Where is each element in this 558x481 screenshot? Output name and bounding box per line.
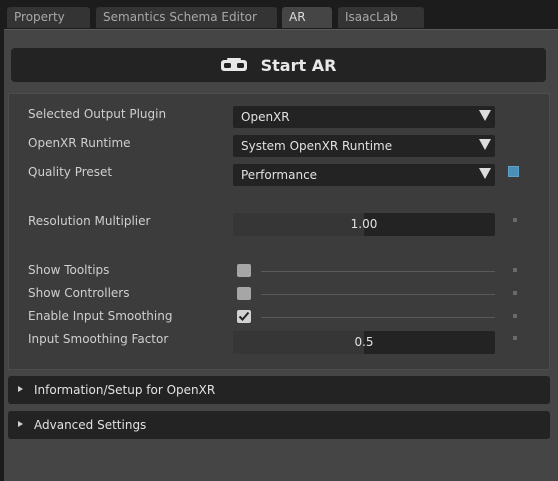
quality-modified-indicator[interactable] xyxy=(508,166,519,177)
vr-headset-icon xyxy=(220,58,247,71)
resolution-fill xyxy=(233,213,364,236)
output-plugin-label: Selected Output Plugin xyxy=(28,107,167,121)
input-smoothing-label: Enable Input Smoothing xyxy=(28,309,173,323)
start-ar-label: Start AR xyxy=(260,55,337,75)
tab-isaaclab[interactable]: IsaacLab xyxy=(338,7,424,28)
output-plugin-value: OpenXR xyxy=(241,110,290,124)
start-ar-button[interactable]: Start AR xyxy=(11,48,546,82)
smoothing-factor-label: Input Smoothing Factor xyxy=(28,332,169,346)
dropdown-arrow-icon xyxy=(479,139,491,150)
output-plugin-dropdown[interactable]: OpenXR xyxy=(233,106,495,128)
reset-icon[interactable] xyxy=(513,291,517,295)
smoothing-factor-field[interactable]: 0.5 xyxy=(233,331,495,354)
quality-label: Quality Preset xyxy=(28,165,113,179)
quality-value: Performance xyxy=(241,168,318,182)
dropdown-arrow-icon xyxy=(479,168,491,179)
tab-ar[interactable]: AR xyxy=(282,7,332,28)
reset-icon[interactable] xyxy=(513,336,517,340)
dropdown-arrow-icon xyxy=(479,110,491,121)
controllers-label: Show Controllers xyxy=(28,286,130,300)
smoothing-factor-value: 0.5 xyxy=(354,335,374,349)
tab-property[interactable]: Property xyxy=(7,7,90,28)
input-smoothing-checkbox[interactable] xyxy=(237,310,251,323)
advanced-settings-section[interactable]: Advanced Settings xyxy=(8,411,550,439)
reset-icon[interactable] xyxy=(513,314,517,318)
settings-section: Selected Output Plugin OpenXR OpenXR Run… xyxy=(8,93,550,370)
controllers-checkbox[interactable] xyxy=(237,287,251,300)
reset-icon[interactable] xyxy=(513,268,517,272)
runtime-label: OpenXR Runtime xyxy=(28,136,131,150)
resolution-label: Resolution Multiplier xyxy=(28,214,151,228)
openxr-info-label: Information/Setup for OpenXR xyxy=(34,383,216,397)
openxr-info-section[interactable]: Information/Setup for OpenXR xyxy=(8,376,550,404)
runtime-dropdown[interactable]: System OpenXR Runtime xyxy=(233,135,495,157)
reset-icon[interactable] xyxy=(513,218,517,222)
tab-semantics-schema-editor[interactable]: Semantics Schema Editor xyxy=(96,7,277,28)
checkmark-icon xyxy=(238,311,250,321)
quality-dropdown[interactable]: Performance xyxy=(233,164,495,186)
ar-panel: Start AR Selected Output Plugin OpenXR O… xyxy=(4,29,558,481)
divider xyxy=(261,317,495,318)
runtime-value: System OpenXR Runtime xyxy=(241,139,393,153)
smoothing-factor-fill xyxy=(233,331,364,354)
resolution-value: 1.00 xyxy=(350,217,378,231)
resolution-field[interactable]: 1.00 xyxy=(233,213,495,236)
divider xyxy=(261,294,495,295)
tooltips-label: Show Tooltips xyxy=(28,263,110,277)
advanced-settings-label: Advanced Settings xyxy=(34,418,147,432)
expand-arrow-icon xyxy=(18,421,23,427)
expand-arrow-icon xyxy=(18,386,23,392)
tab-bar: Property Semantics Schema Editor AR Isaa… xyxy=(0,0,558,30)
tooltips-checkbox[interactable] xyxy=(237,264,251,277)
divider xyxy=(261,271,495,272)
